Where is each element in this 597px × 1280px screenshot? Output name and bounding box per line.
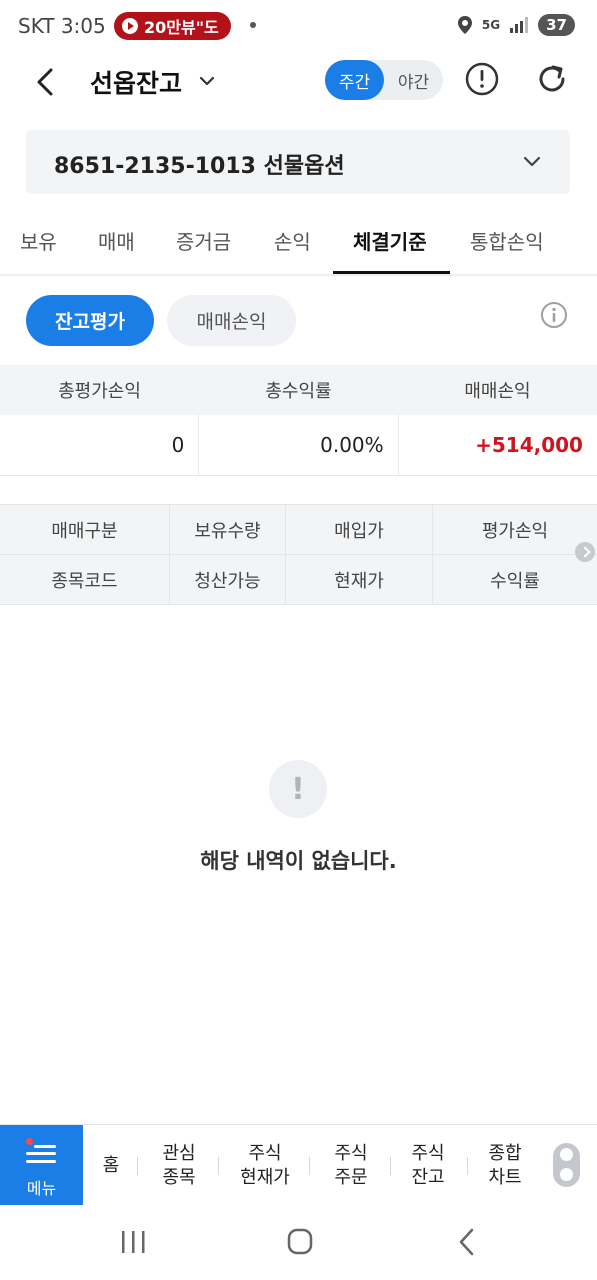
status-bar: SKT 3:05 20만뷰"도 5G 37 bbox=[0, 0, 597, 52]
nav-stock-price[interactable]: 주식 현재가 bbox=[224, 1125, 306, 1206]
back-button[interactable] bbox=[26, 62, 66, 102]
tab-execution-basis[interactable]: 체결기준 bbox=[353, 226, 427, 255]
nav-divider bbox=[137, 1157, 138, 1175]
total-eval-pl-value: 0 bbox=[0, 415, 200, 475]
network-label: 5G bbox=[481, 18, 501, 32]
nav-label-line1: 주식 bbox=[411, 1142, 445, 1164]
holdings-header-row: 종목코드 청산가능 현재가 수익률 bbox=[0, 555, 597, 605]
chevron-left-icon bbox=[37, 68, 53, 96]
column-header: 매매구분 bbox=[0, 505, 170, 555]
notification-text: 20만뷰"도 bbox=[144, 18, 219, 37]
empty-state-message: 해당 내역이 없습니다. bbox=[200, 849, 397, 873]
tab-profit-loss[interactable]: 손익 bbox=[274, 226, 311, 255]
refresh-icon[interactable] bbox=[532, 59, 572, 99]
menu-button[interactable]: 메뉴 bbox=[0, 1125, 83, 1206]
column-header: 매입가 bbox=[286, 505, 433, 555]
signal-icon bbox=[510, 17, 529, 33]
tab-trade[interactable]: 매매 bbox=[98, 226, 135, 255]
column-header: 종목코드 bbox=[0, 555, 170, 605]
home-icon[interactable] bbox=[280, 1227, 320, 1257]
bottom-nav: 메뉴 홈 관심 종목 주식 현재가 주식 주문 주식 잔고 종합 차트 bbox=[0, 1124, 597, 1206]
alert-icon[interactable] bbox=[462, 59, 502, 99]
exclamation-icon: ! bbox=[269, 760, 327, 818]
youtube-icon bbox=[122, 18, 138, 34]
column-header: 수익률 bbox=[490, 571, 540, 592]
total-return-value: 0.00% bbox=[199, 415, 399, 475]
nav-stock-balance[interactable]: 주식 잔고 bbox=[392, 1125, 464, 1206]
holdings-header-grid: 매매구분 보유수량 매입가 평가손익 종목코드 청산가능 현재가 수익률 bbox=[0, 504, 597, 605]
nav-divider bbox=[467, 1157, 468, 1175]
session-toggle: 주간 야간 bbox=[325, 60, 443, 100]
tab-margin[interactable]: 증거금 bbox=[176, 226, 231, 255]
column-header: 현재가 bbox=[286, 555, 433, 605]
trade-pl-chip[interactable]: 매매손익 bbox=[167, 295, 296, 346]
nav-label-line1: 주식 bbox=[248, 1142, 282, 1164]
status-icons: 5G 37 bbox=[457, 14, 575, 36]
chevron-down-icon bbox=[523, 156, 541, 167]
tab-total-profit-loss[interactable]: 통합손익 bbox=[470, 226, 544, 255]
back-nav-icon[interactable] bbox=[448, 1227, 488, 1257]
summary-header-row: 총평가손익 총수익률 매매손익 bbox=[0, 365, 597, 415]
nav-chart[interactable]: 종합 차트 bbox=[469, 1125, 541, 1206]
nav-stock-order[interactable]: 주식 주문 bbox=[315, 1125, 387, 1206]
recent-apps-icon[interactable] bbox=[113, 1227, 153, 1257]
trade-pl-value: +514,000 bbox=[475, 433, 583, 457]
notification-dot-icon bbox=[250, 22, 256, 28]
nav-scroll-toggle[interactable] bbox=[553, 1143, 580, 1187]
account-selector[interactable]: 8651-2135-1013 선물옵션 bbox=[26, 130, 570, 194]
active-tab-indicator bbox=[333, 271, 450, 274]
notification-dot-icon bbox=[26, 1138, 33, 1145]
column-header: 보유수량 bbox=[170, 505, 286, 555]
nav-watchlist[interactable]: 관심 종목 bbox=[143, 1125, 215, 1206]
info-icon[interactable] bbox=[540, 301, 568, 329]
nav-label-line2: 주문 bbox=[334, 1166, 368, 1188]
balance-evaluation-chip[interactable]: 잔고평가 bbox=[26, 295, 154, 346]
location-icon bbox=[457, 16, 472, 34]
summary-table: 총평가손익 총수익률 매매손익 0 0.00% +514,000 bbox=[0, 365, 597, 476]
night-session-button[interactable]: 야간 bbox=[384, 60, 443, 100]
carrier-time: SKT 3:05 bbox=[18, 14, 106, 38]
nav-label-line1: 관심 bbox=[162, 1142, 196, 1164]
account-number: 8651-2135-1013 선물옵션 bbox=[54, 154, 345, 179]
column-header: 청산가능 bbox=[170, 555, 286, 605]
nav-label-line1: 주식 bbox=[334, 1142, 368, 1164]
chevron-down-icon[interactable] bbox=[196, 70, 218, 92]
scroll-right-icon[interactable] bbox=[575, 542, 595, 562]
summary-value-row: 0 0.00% +514,000 bbox=[0, 415, 597, 475]
nav-divider bbox=[390, 1157, 391, 1175]
nav-label-line2: 현재가 bbox=[240, 1166, 290, 1188]
page-title[interactable]: 선옵잔고 bbox=[90, 64, 182, 100]
column-header: 평가손익 bbox=[481, 521, 549, 542]
system-nav-bar bbox=[0, 1205, 597, 1280]
summary-header-cell: 총평가손익 bbox=[58, 381, 141, 402]
tab-holding[interactable]: 보유 bbox=[20, 226, 57, 255]
nav-label-line2: 종목 bbox=[162, 1166, 196, 1188]
nav-label-line1: 종합 bbox=[488, 1142, 522, 1164]
battery-indicator: 37 bbox=[538, 14, 575, 36]
nav-label-line2: 차트 bbox=[488, 1166, 522, 1188]
summary-header-cell: 총수익률 bbox=[265, 381, 332, 402]
summary-header-cell: 매매손익 bbox=[464, 381, 531, 402]
nav-label-line2: 잔고 bbox=[411, 1166, 445, 1188]
nav-divider bbox=[218, 1157, 219, 1175]
notification-pill: 20만뷰"도 bbox=[114, 12, 231, 40]
nav-divider bbox=[309, 1157, 310, 1175]
nav-home[interactable]: 홈 bbox=[88, 1125, 134, 1206]
tab-bar: 보유 매매 증거금 손익 체결기준 통합손익 bbox=[0, 212, 597, 276]
app-header: 선옵잔고 주간 야간 bbox=[0, 52, 597, 112]
menu-label: 메뉴 bbox=[26, 1179, 57, 1198]
day-session-button[interactable]: 주간 bbox=[325, 60, 384, 100]
holdings-header-row: 매매구분 보유수량 매입가 평가손익 bbox=[0, 505, 597, 555]
